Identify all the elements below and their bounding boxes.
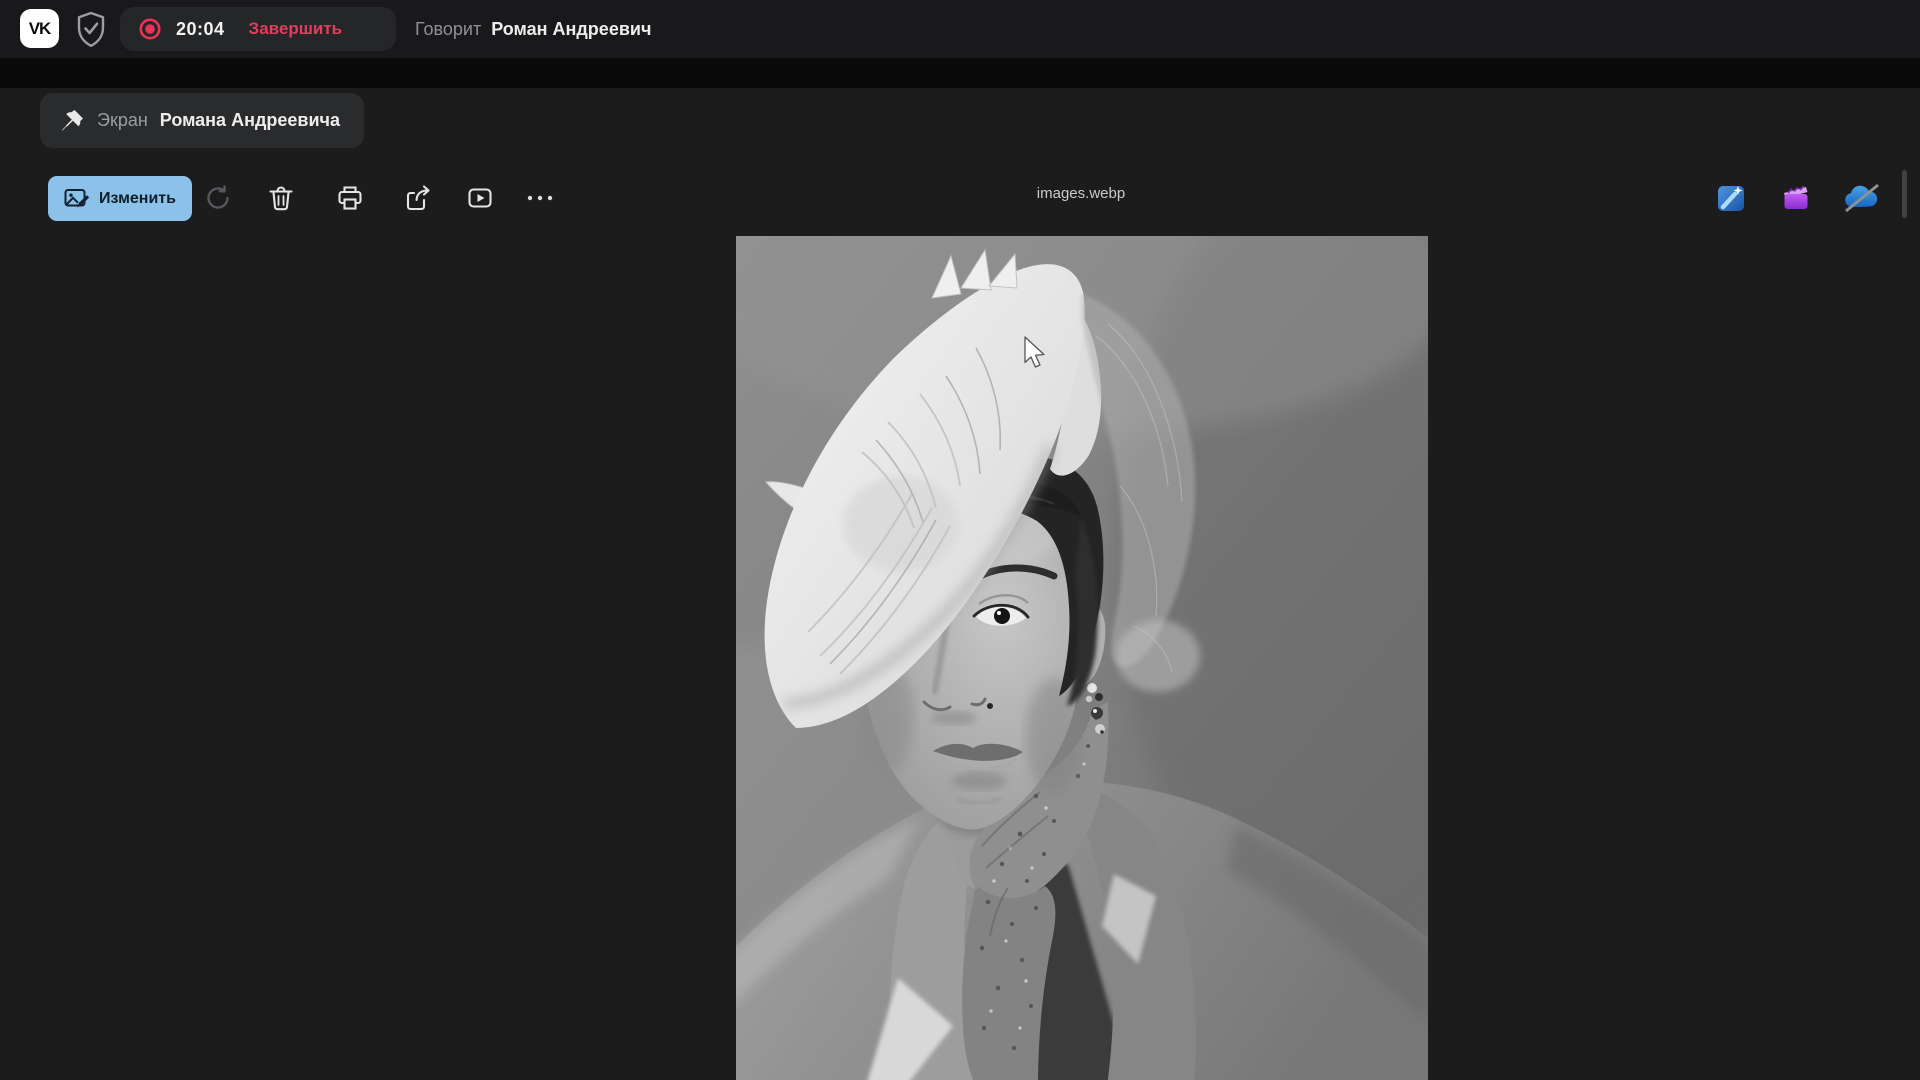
more-button[interactable]	[520, 178, 560, 218]
filename-label: images.webp	[981, 185, 1181, 202]
slideshow-icon	[466, 184, 494, 212]
edit-image-icon	[1716, 183, 1746, 213]
share-icon	[404, 184, 432, 212]
print-icon	[336, 184, 364, 212]
share-button[interactable]	[398, 178, 438, 218]
delete-icon	[267, 184, 295, 212]
cloud-status-button[interactable]	[1840, 183, 1884, 213]
more-icon	[523, 184, 557, 212]
cloud-off-icon	[1840, 183, 1884, 213]
photo-image[interactable]	[736, 236, 1428, 1080]
active-speaker: Говорит Роман Андреевич	[415, 0, 651, 58]
screen-label: Экран	[97, 110, 148, 131]
edit-image-glyph-icon	[64, 187, 90, 211]
rotate-button[interactable]	[198, 178, 238, 218]
video-editor-button[interactable]	[1781, 183, 1811, 213]
recording-timer: 20:04	[176, 19, 225, 40]
slideshow-button[interactable]	[460, 178, 500, 218]
pinned-screen-banner[interactable]: Экран Романа Андреевича	[40, 93, 364, 148]
edit-button-label: Изменить	[99, 190, 176, 208]
call-top-bar: VK 20:04 Завершить Говорит Роман Андреев…	[0, 0, 1920, 58]
speaking-label: Говорит	[415, 19, 481, 40]
end-call-button[interactable]: Завершить	[249, 19, 343, 39]
screen-share-area: Экран Романа Андреевича Изменить	[0, 58, 1920, 1080]
print-button[interactable]	[330, 178, 370, 218]
mouse-cursor	[1024, 336, 1048, 370]
recording-pill: 20:04 Завершить	[120, 7, 396, 51]
screen-owner-name: Романа Андреевича	[160, 110, 340, 131]
privacy-shield-icon[interactable]	[76, 11, 106, 48]
video-editor-icon	[1781, 183, 1811, 213]
speaker-name: Роман Андреевич	[491, 19, 651, 40]
edit-image-button[interactable]	[1716, 183, 1746, 213]
record-icon	[138, 17, 162, 41]
delete-button[interactable]	[261, 178, 301, 218]
rotate-icon	[204, 184, 232, 212]
scrollbar-thumb[interactable]	[1902, 170, 1907, 218]
edit-button[interactable]: Изменить	[48, 176, 192, 221]
pin-icon	[60, 108, 85, 133]
vk-logo[interactable]: VK	[20, 9, 59, 48]
